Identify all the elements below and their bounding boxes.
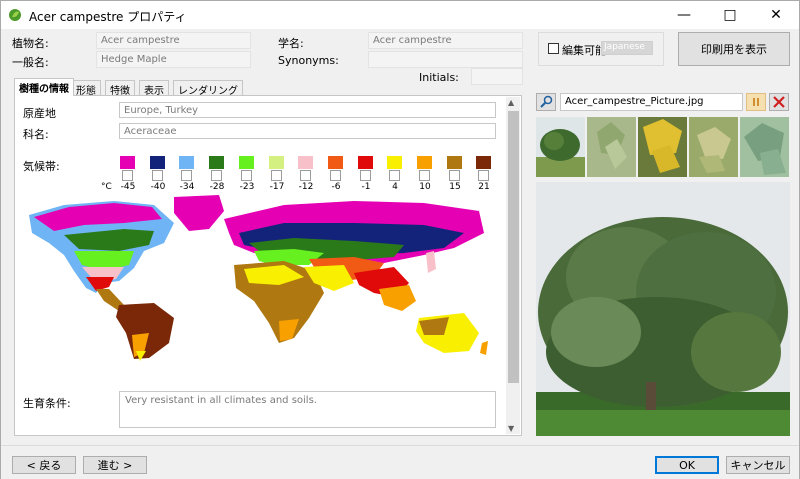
origin-field[interactable]: Europe, Turkey	[119, 102, 496, 118]
ok-button[interactable]: OK	[655, 456, 719, 474]
delete-picture-button[interactable]	[769, 93, 789, 111]
title-bar: Acer campestre プロパティ — □ ✕	[1, 1, 799, 29]
magnifier-icon	[540, 95, 553, 108]
scroll-up-icon[interactable]: ▲	[508, 98, 514, 107]
climate-zone-label: 気候帯:	[23, 160, 60, 173]
climate-zone-swatch	[476, 156, 491, 169]
next-button[interactable]: 進む >	[83, 456, 147, 474]
pause-icon	[753, 98, 759, 106]
climate-zone-temp: 10	[419, 182, 431, 192]
climate-zone-temp: 21	[478, 182, 490, 192]
main-tree-picture	[536, 182, 790, 436]
temp-unit: °C	[101, 182, 112, 192]
climate-zone-checkbox[interactable]	[122, 170, 133, 181]
tab-features[interactable]: 特徴	[105, 80, 135, 97]
growing-conditions-field[interactable]: Very resistant in all climates and soils…	[119, 391, 496, 428]
climate-zone-swatch	[447, 156, 462, 169]
climate-zone-checkbox[interactable]	[389, 170, 400, 181]
plant-name-label: 植物名:	[12, 37, 49, 50]
climate-zone-swatch	[387, 156, 402, 169]
thumbnail-seeds[interactable]	[689, 117, 738, 177]
back-button[interactable]: < 戻る	[12, 456, 76, 474]
initials-field[interactable]	[471, 68, 523, 85]
initials-label: Initials:	[419, 71, 459, 84]
climate-zone-temp: -23	[239, 182, 255, 192]
climate-zone-swatch	[179, 156, 194, 169]
climate-zone-temp: 15	[449, 182, 461, 192]
properties-window: Acer campestre プロパティ — □ ✕ 植物名: Acer cam…	[0, 0, 800, 479]
climate-zone-checkbox[interactable]	[152, 170, 163, 181]
plant-name-field[interactable]: Acer campestre	[96, 32, 251, 49]
tab-display[interactable]: 表示	[139, 80, 169, 97]
climate-zone-swatch	[150, 156, 165, 169]
climate-zone-checkbox[interactable]	[419, 170, 430, 181]
family-field[interactable]: Aceraceae	[119, 123, 496, 139]
synonyms-label: Synonyms:	[278, 54, 339, 67]
climate-zone-temp: 4	[392, 182, 398, 192]
thumbnail-autumn[interactable]	[638, 117, 687, 177]
browse-picture-button[interactable]	[536, 93, 556, 111]
climate-zone-swatch	[328, 156, 343, 169]
growing-conditions-label: 生育条件:	[23, 397, 71, 410]
cancel-button[interactable]: キャンセル	[726, 456, 790, 474]
common-name-field[interactable]: Hedge Maple	[96, 51, 251, 68]
delete-icon	[773, 96, 785, 108]
common-name-label: 一般名:	[12, 56, 49, 69]
climate-zone-temp: -28	[209, 182, 225, 192]
climate-zone-swatch	[269, 156, 284, 169]
tab-tree-info[interactable]: 樹種の情報	[14, 78, 74, 96]
climate-zone-checkbox[interactable]	[241, 170, 252, 181]
print-view-button[interactable]: 印刷用を表示	[678, 32, 790, 66]
climate-zone-swatch	[298, 156, 313, 169]
climate-zone-swatch	[417, 156, 432, 169]
climate-zone-swatch	[120, 156, 135, 169]
origin-label: 原産地	[23, 107, 56, 120]
hardiness-world-map	[24, 193, 490, 361]
climate-zone-checkbox[interactable]	[300, 170, 311, 181]
maximize-icon[interactable]: □	[707, 1, 753, 29]
tab-rendering[interactable]: レンダリング	[173, 80, 243, 97]
climate-zone-checkbox[interactable]	[360, 170, 371, 181]
window-title: Acer campestre プロパティ	[29, 10, 187, 24]
close-icon[interactable]: ✕	[753, 1, 799, 29]
app-leaf-icon	[9, 9, 21, 21]
scrollbar-thumb[interactable]	[508, 111, 519, 383]
climate-zone-temp: -45	[120, 182, 136, 192]
climate-zone-temp: -12	[298, 182, 314, 192]
climate-zone-checkbox[interactable]	[211, 170, 222, 181]
climate-zone-temp: -34	[179, 182, 195, 192]
climate-zone-checkbox[interactable]	[449, 170, 460, 181]
thumbnail-tree[interactable]	[536, 117, 585, 177]
editable-label: 編集可能	[562, 44, 606, 57]
climate-zone-checkbox[interactable]	[181, 170, 192, 181]
thumbnail-foliage[interactable]	[740, 117, 789, 177]
climate-zone-checkbox[interactable]	[271, 170, 282, 181]
climate-zone-checkbox[interactable]	[478, 170, 489, 181]
climate-zone-temp: -6	[331, 182, 341, 192]
scroll-down-icon[interactable]: ▼	[508, 424, 514, 433]
picture-filename-field[interactable]: Acer_campestre_Picture.jpg	[560, 93, 743, 111]
climate-zone-swatch	[209, 156, 224, 169]
editable-checkbox[interactable]	[548, 43, 559, 54]
climate-zone-swatch	[239, 156, 254, 169]
climate-zone-checkbox[interactable]	[330, 170, 341, 181]
scientific-name-field[interactable]: Acer campestre	[368, 32, 523, 49]
minimize-icon[interactable]: —	[661, 1, 707, 29]
climate-zone-temp: -1	[361, 182, 371, 192]
climate-zone-swatch	[358, 156, 373, 169]
pause-button[interactable]	[746, 93, 766, 111]
synonyms-field[interactable]	[368, 51, 523, 68]
climate-zone-temp: -17	[269, 182, 285, 192]
thumbnail-leaves[interactable]	[587, 117, 636, 177]
climate-zone-temp: -40	[150, 182, 166, 192]
language-field[interactable]: Japanese	[601, 41, 653, 55]
family-label: 科名:	[23, 128, 49, 141]
scientific-name-label: 学名:	[278, 37, 304, 50]
tab-form[interactable]: 形態	[71, 80, 101, 97]
